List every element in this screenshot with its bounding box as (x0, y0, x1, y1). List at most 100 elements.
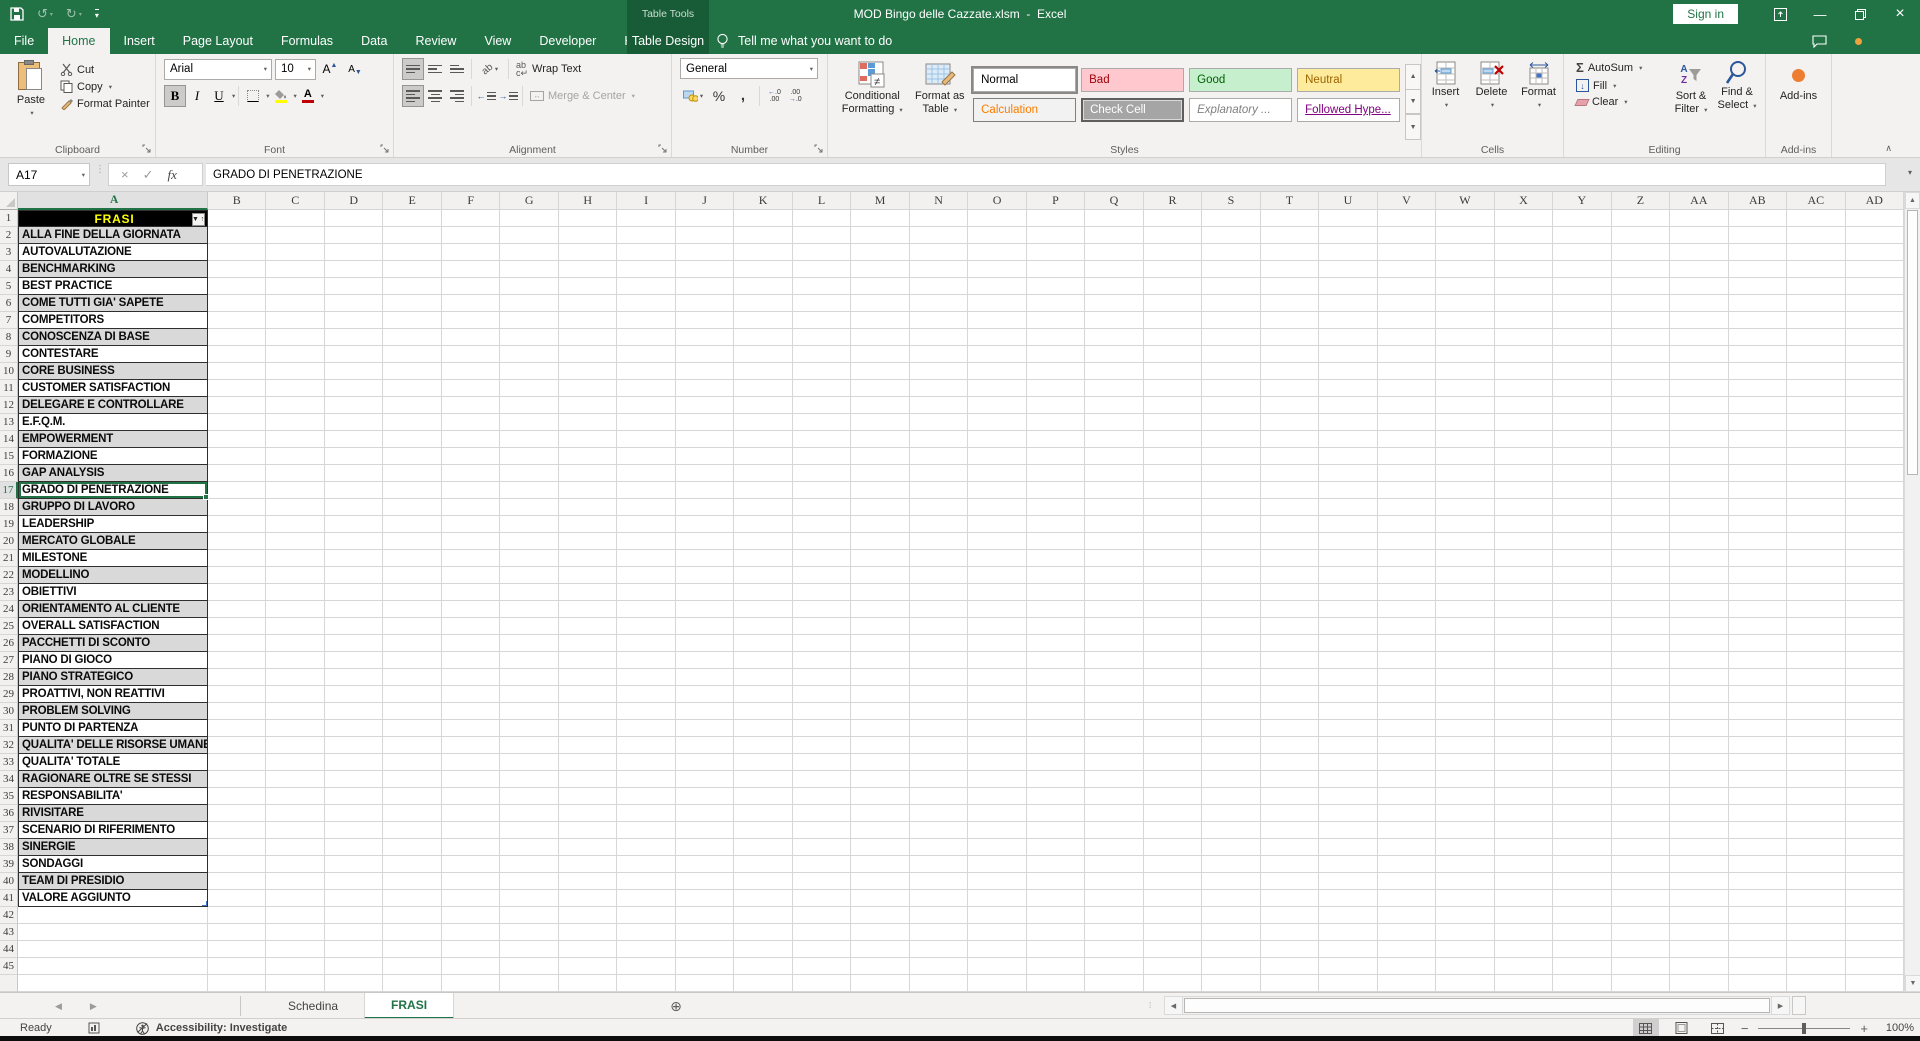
cell[interactable] (1728, 669, 1788, 686)
cell[interactable] (1611, 533, 1671, 550)
cell[interactable] (1202, 652, 1261, 669)
cell[interactable] (324, 856, 384, 873)
cell[interactable] (617, 312, 676, 329)
cell[interactable] (1202, 584, 1261, 601)
cell[interactable] (1845, 839, 1904, 856)
cell[interactable] (1377, 907, 1437, 924)
cell[interactable] (324, 771, 384, 788)
cell[interactable] (1143, 771, 1203, 788)
cell-style-check-cell[interactable]: Check Cell (1081, 98, 1185, 122)
cell[interactable] (1143, 737, 1203, 754)
cell[interactable] (1787, 975, 1846, 992)
cell[interactable] (851, 567, 910, 584)
cell[interactable] (1143, 839, 1203, 856)
cell[interactable] (441, 890, 501, 907)
cell[interactable] (383, 890, 442, 907)
cell[interactable] (1085, 958, 1144, 975)
row-header-12[interactable]: 12 (0, 397, 18, 414)
cell[interactable] (558, 431, 618, 448)
macro-record-icon[interactable] (88, 1022, 100, 1034)
cell[interactable] (1026, 380, 1086, 397)
cell[interactable] (1494, 465, 1554, 482)
cell-a25[interactable]: OVERALL SATISFACTION (18, 618, 208, 635)
cell[interactable] (1494, 686, 1554, 703)
ribbon-tab-data[interactable]: Data (347, 28, 401, 54)
cell[interactable] (1611, 227, 1671, 244)
cell[interactable] (1319, 618, 1378, 635)
cell[interactable] (1553, 839, 1612, 856)
cell[interactable] (1319, 244, 1378, 261)
cell[interactable] (1728, 482, 1788, 499)
cell[interactable] (1436, 380, 1495, 397)
cell[interactable] (675, 839, 735, 856)
cell[interactable] (1319, 533, 1378, 550)
cell[interactable] (675, 533, 735, 550)
row-header-21[interactable]: 21 (0, 550, 18, 567)
cell[interactable] (792, 227, 852, 244)
cell[interactable] (1026, 550, 1086, 567)
cell[interactable] (1494, 516, 1554, 533)
cell[interactable] (1436, 839, 1495, 856)
cell[interactable] (1494, 958, 1554, 975)
cell[interactable] (1202, 261, 1261, 278)
zoom-in-icon[interactable]: + (1860, 1021, 1868, 1036)
cell[interactable] (1202, 941, 1261, 958)
addins-button[interactable]: Add-ins (1768, 58, 1830, 103)
cell[interactable] (1436, 210, 1495, 227)
cell[interactable] (617, 975, 676, 992)
cell[interactable] (617, 652, 676, 669)
cell[interactable] (383, 788, 442, 805)
cell[interactable] (734, 431, 793, 448)
cell[interactable] (1728, 516, 1788, 533)
cell[interactable] (1494, 244, 1554, 261)
cell[interactable] (1845, 363, 1904, 380)
cell[interactable] (909, 346, 969, 363)
cell[interactable] (383, 669, 442, 686)
cell[interactable] (1085, 635, 1144, 652)
cell[interactable] (441, 533, 501, 550)
sheet-tab-schedina[interactable]: Schedina (262, 993, 364, 1019)
cell[interactable] (1553, 550, 1612, 567)
cell-a32[interactable]: QUALITA' DELLE RISORSE UMANE (18, 737, 208, 754)
cell[interactable] (1377, 788, 1437, 805)
cell[interactable] (1202, 839, 1261, 856)
cell[interactable] (1143, 873, 1203, 890)
cell[interactable] (500, 584, 559, 601)
cell-a1-header[interactable]: FRASI ▼ ↑ (18, 210, 208, 227)
save-icon[interactable] (10, 7, 24, 21)
cell[interactable] (266, 397, 325, 414)
cell[interactable] (1494, 567, 1554, 584)
cell[interactable] (1319, 295, 1378, 312)
cell[interactable] (1670, 312, 1729, 329)
cell[interactable] (1202, 482, 1261, 499)
cell[interactable] (1319, 380, 1378, 397)
cell[interactable] (1670, 941, 1729, 958)
cell[interactable] (1319, 975, 1378, 992)
cell[interactable] (500, 431, 559, 448)
cell[interactable] (1260, 652, 1320, 669)
cell[interactable] (1377, 771, 1437, 788)
zoom-slider[interactable] (1758, 1022, 1851, 1034)
cell[interactable] (909, 227, 969, 244)
delete-cells-button[interactable]: Delete ▾ (1471, 58, 1513, 112)
cell[interactable] (734, 703, 793, 720)
cell[interactable] (968, 975, 1027, 992)
cell[interactable] (1845, 890, 1904, 907)
cell[interactable] (675, 635, 735, 652)
cell[interactable] (324, 788, 384, 805)
cell[interactable] (675, 380, 735, 397)
increase-decimal-button[interactable]: ←.0.00 (765, 88, 784, 104)
cell[interactable] (1436, 261, 1495, 278)
filter-sort-icon[interactable]: ▼ ↑ (192, 212, 205, 226)
cell[interactable] (851, 924, 910, 941)
cell[interactable] (1085, 788, 1144, 805)
cell[interactable] (734, 278, 793, 295)
cell[interactable] (1143, 924, 1203, 941)
cell[interactable] (1377, 941, 1437, 958)
cell[interactable] (1787, 465, 1846, 482)
cell[interactable] (1319, 312, 1378, 329)
cell[interactable] (500, 924, 559, 941)
cell[interactable] (324, 414, 384, 431)
cell[interactable] (1728, 788, 1788, 805)
cell[interactable] (1143, 278, 1203, 295)
